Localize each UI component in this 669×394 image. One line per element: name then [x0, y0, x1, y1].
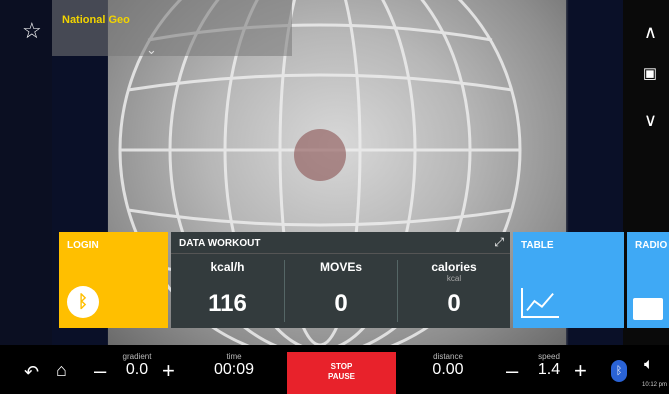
- screen-icon[interactable]: ▣: [643, 64, 657, 82]
- distance-display: distance 0.00: [422, 352, 474, 379]
- gradient-display: gradient 0.0: [112, 352, 162, 379]
- chevron-down-icon[interactable]: ∨: [644, 110, 657, 131]
- star-icon[interactable]: ☆: [22, 18, 42, 44]
- data-workout-tile[interactable]: DATA WORKOUT ⤢ kcal/h 116 MOVEs 0 calori…: [171, 232, 510, 328]
- metric-label: calories: [431, 260, 477, 274]
- metric-value: 1.4: [537, 361, 561, 378]
- metric-value: 116: [208, 290, 247, 317]
- tile-title: LOGIN: [67, 240, 99, 251]
- speed-increase-button[interactable]: +: [574, 358, 587, 384]
- channel-overlay[interactable]: [52, 0, 292, 56]
- metric-label: kcal/h: [210, 260, 245, 274]
- speed-decrease-button[interactable]: –: [506, 358, 518, 384]
- time-display: time 00:09: [208, 352, 260, 379]
- radio-icon: [633, 298, 663, 320]
- metric-unit: [285, 274, 397, 284]
- clock: 10:12 pm: [642, 382, 668, 388]
- metric-kcal-h: kcal/h 116: [171, 260, 284, 322]
- metric-calories: calories kcal 0: [397, 260, 510, 322]
- bluetooth-icon[interactable]: ᛒ: [611, 360, 627, 382]
- metric-value: 00:09: [213, 361, 255, 378]
- metric-value: 0: [447, 290, 461, 317]
- volume-icon[interactable]: 🔈︎: [644, 356, 654, 374]
- metric-label: speed: [538, 352, 560, 361]
- metric-moves: MOVEs 0: [284, 260, 397, 322]
- bluetooth-icon: ᛒ: [67, 286, 99, 318]
- metric-value: 0: [334, 290, 348, 317]
- login-tile[interactable]: LOGIN ᛒ: [59, 232, 168, 328]
- chart-icon: [521, 288, 559, 318]
- chevron-up-icon[interactable]: ∧: [644, 22, 657, 43]
- expand-icon[interactable]: ⤢: [494, 235, 504, 250]
- metric-label: gradient: [122, 352, 152, 361]
- channel-name: National Geo: [62, 14, 130, 26]
- table-tile[interactable]: TABLE: [513, 232, 624, 328]
- metric-unit: [171, 274, 284, 284]
- metric-value: 0.0: [125, 361, 149, 378]
- tile-title: RADIO: [635, 240, 668, 251]
- stop-pause-button[interactable]: STOP PAUSE: [287, 352, 396, 394]
- radio-tile[interactable]: RADIO: [627, 232, 669, 328]
- left-rail: [0, 0, 52, 345]
- chevron-down-icon[interactable]: ⌄: [146, 42, 157, 58]
- home-icon[interactable]: ⌂: [56, 360, 67, 381]
- speed-display: speed 1.4: [528, 352, 570, 379]
- gradient-decrease-button[interactable]: –: [94, 358, 106, 384]
- stop-label: STOP: [330, 362, 353, 371]
- metric-label: MOVEs: [319, 260, 362, 274]
- metric-unit: kcal: [446, 274, 462, 283]
- metric-label: time: [226, 352, 242, 361]
- pause-label: PAUSE: [328, 372, 355, 381]
- workout-header: DATA WORKOUT ⤢: [171, 232, 510, 254]
- metric-label: distance: [433, 352, 463, 361]
- metric-value: 0.00: [432, 361, 464, 378]
- back-icon[interactable]: ↶: [24, 362, 39, 383]
- tile-title: TABLE: [521, 240, 554, 251]
- gradient-increase-button[interactable]: +: [162, 358, 175, 384]
- tile-title: DATA WORKOUT: [179, 238, 261, 249]
